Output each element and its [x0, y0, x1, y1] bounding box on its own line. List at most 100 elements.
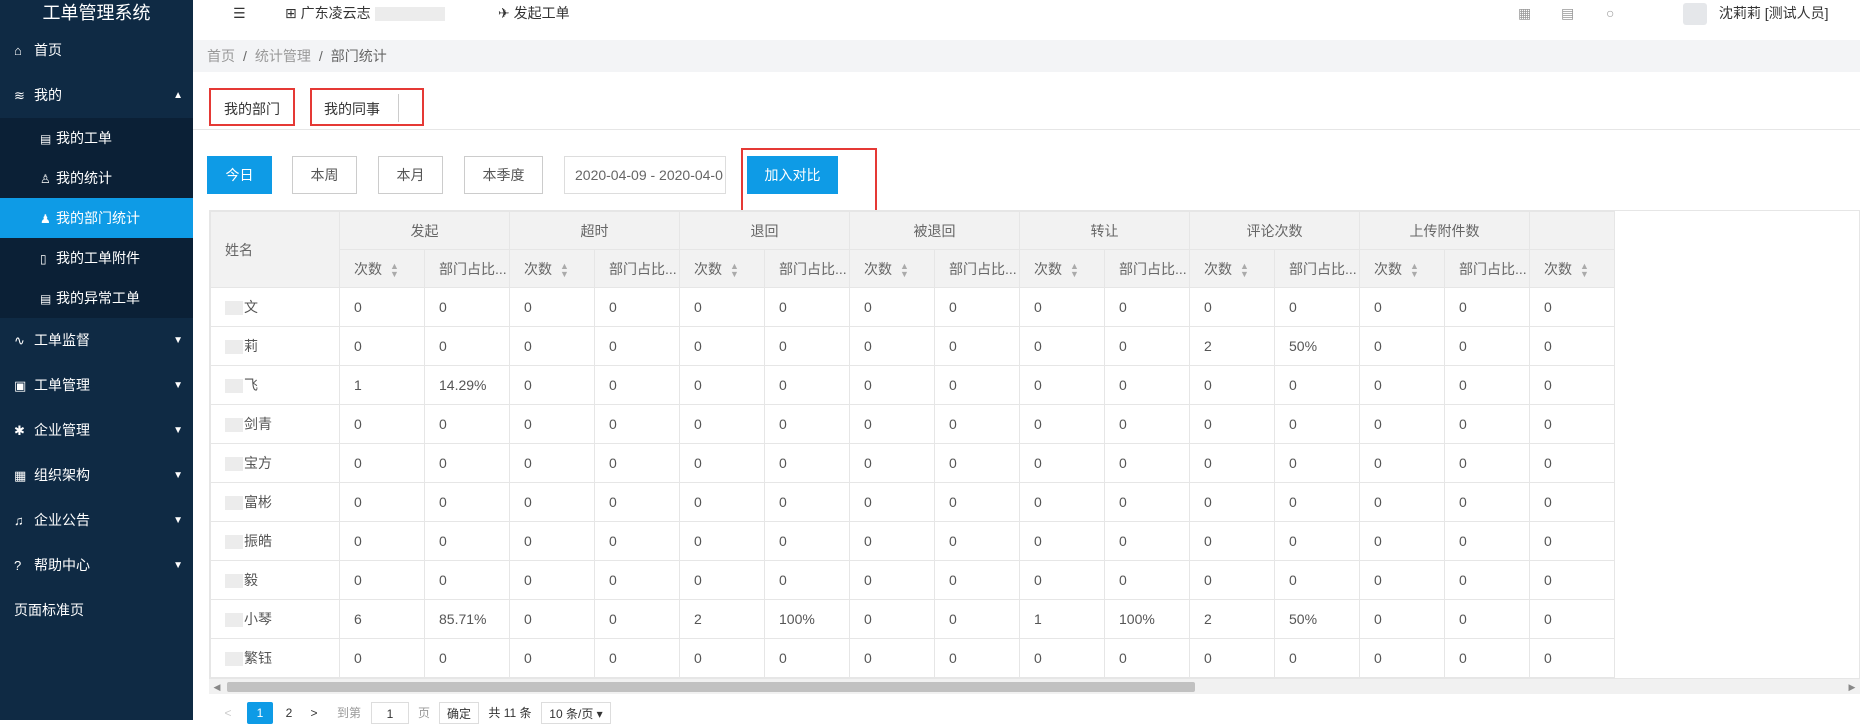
table-cell: 100%: [764, 599, 850, 639]
sidebar-item[interactable]: ≋ 我的 ▲: [0, 73, 193, 118]
table-cell: 0: [1529, 404, 1615, 444]
filter-today-button[interactable]: 今日: [207, 156, 272, 194]
add-compare-button[interactable]: 加入对比: [747, 156, 838, 194]
table-cell: 0: [849, 638, 935, 678]
table-cell: 0: [849, 326, 935, 366]
column-group-header: 被退回: [849, 211, 1020, 250]
breadcrumb-stats[interactable]: 统计管理: [255, 48, 311, 64]
column-header-count[interactable]: 次数 ▲ ▼: [1189, 249, 1275, 288]
table-cell: 0: [679, 638, 765, 678]
table-cell: 0: [594, 443, 680, 483]
table-cell: 0: [1019, 482, 1105, 522]
table-cell: 0: [679, 521, 765, 561]
column-header-count[interactable]: 次数 ▲ ▼: [339, 249, 425, 288]
employee-name: 富彬: [244, 494, 272, 510]
column-header-count[interactable]: 次数 ▲ ▼: [509, 249, 595, 288]
column-header-count[interactable]: 次数 ▲ ▼: [849, 249, 935, 288]
table-cell: 0: [594, 599, 680, 639]
sidebar-subitem[interactable]: ▤ 我的异常工单: [0, 278, 193, 318]
sort-icon[interactable]: ▲ ▼: [1070, 261, 1079, 278]
column-header-count[interactable]: 次数 ▲ ▼: [1019, 249, 1105, 288]
table-cell: 0: [424, 326, 510, 366]
scroll-left-icon[interactable]: ◀: [209, 679, 225, 695]
sort-icon[interactable]: ▲ ▼: [560, 261, 569, 278]
filter-month-button[interactable]: 本月: [378, 156, 443, 194]
goto-confirm-button[interactable]: 确定: [439, 702, 479, 724]
new-order-link[interactable]: ✈ 发起工单: [498, 0, 570, 26]
breadcrumb-home[interactable]: 首页: [207, 48, 235, 64]
sidebar: 工单管理系统 ⌂ 首页 ≋ 我的 ▲ ▤ 我的工单 ♙ 我的统计 ♟ 我的部门统计 ▯ 我的工单附件 ▤ 我…: [0, 0, 193, 720]
sort-icon[interactable]: ▲ ▼: [1410, 261, 1419, 278]
cell-name: 莉: [210, 326, 340, 366]
column-header-count[interactable]: 次数 ▲ ▼: [1359, 249, 1445, 288]
horizontal-scrollbar[interactable]: ◀ ▶: [209, 678, 1860, 694]
table-cell: 0: [934, 443, 1020, 483]
scroll-right-icon[interactable]: ▶: [1844, 679, 1860, 695]
table-row: 宝方 0 0 0 0 0 0 0 0 0 0 0 0 0 0 0: [210, 443, 1615, 483]
table-cell: 0: [1274, 443, 1360, 483]
table-cell: 1: [1019, 599, 1105, 639]
table-cell: 0: [1104, 326, 1190, 366]
tab-my-department[interactable]: 我的部门: [209, 88, 295, 126]
page-size-select[interactable]: 10 条/页 ▾: [541, 702, 611, 724]
column-header-count[interactable]: 次数 ▲ ▼: [1529, 249, 1615, 288]
message-icon[interactable]: ○: [1606, 0, 1614, 26]
sort-icon[interactable]: ▲ ▼: [1240, 261, 1249, 278]
menu-toggle-icon[interactable]: ☰: [233, 0, 246, 26]
column-header-label: 次数: [694, 260, 722, 277]
column-header-ratio[interactable]: 部门占比...: [764, 249, 850, 288]
table-cell: 0: [1359, 404, 1445, 444]
table-cell: 0: [764, 326, 850, 366]
table-cell: 0: [1359, 560, 1445, 600]
column-header-ratio[interactable]: 部门占比...: [1104, 249, 1190, 288]
next-page-icon[interactable]: >: [307, 702, 321, 724]
table-cell: 2: [679, 599, 765, 639]
column-header-ratio[interactable]: 部门占比...: [424, 249, 510, 288]
user-menu[interactable]: 沈莉莉 [测试人员]: [1683, 0, 1829, 26]
sidebar-item[interactable]: 页面标准页: [0, 588, 193, 633]
sidebar-item-label: 帮助中心: [34, 557, 90, 573]
filter-week-button[interactable]: 本周: [292, 156, 357, 194]
sidebar-item[interactable]: ∿ 工单监督 ▼: [0, 318, 193, 363]
sidebar-subitem[interactable]: ♙ 我的统计: [0, 158, 193, 198]
sidebar-subitem[interactable]: ▯ 我的工单附件: [0, 238, 193, 278]
column-header-ratio[interactable]: 部门占比...: [594, 249, 680, 288]
sidebar-item[interactable]: ♫ 企业公告 ▼: [0, 498, 193, 543]
table-header: 姓名 发起 超时 退回 被退回 转让 评论次数 上传附件数 次数 ▲ ▼ 部门占比... 次数 ▲ ▼ 部门占…: [210, 211, 1615, 288]
sort-icon[interactable]: ▲ ▼: [730, 261, 739, 278]
column-header-ratio[interactable]: 部门占比...: [934, 249, 1020, 288]
column-header-ratio[interactable]: 部门占比...: [1274, 249, 1360, 288]
sort-icon[interactable]: ▲ ▼: [390, 261, 399, 278]
sidebar-subitem[interactable]: ▤ 我的工单: [0, 118, 193, 158]
sidebar-item[interactable]: ✱ 企业管理 ▼: [0, 408, 193, 453]
date-range-input[interactable]: 2020-04-09 - 2020-04-0: [564, 156, 726, 194]
column-header-ratio[interactable]: 部门占比...: [1444, 249, 1530, 288]
sidebar-subitem[interactable]: ♟ 我的部门统计: [0, 198, 193, 238]
sidebar-item[interactable]: ⌂ 首页: [0, 28, 193, 73]
sort-icon[interactable]: ▲ ▼: [900, 261, 909, 278]
tab-my-colleagues[interactable]: 我的同事: [310, 88, 424, 126]
table-cell: 0: [764, 560, 850, 600]
table-cell: 0: [934, 599, 1020, 639]
company-switcher[interactable]: ⊞ 广东凌云志: [285, 0, 445, 26]
table-cell: 0: [764, 365, 850, 405]
table-cell: 14.29%: [424, 365, 510, 405]
sort-icon[interactable]: ▲ ▼: [1580, 261, 1589, 278]
table-cell: 0: [424, 638, 510, 678]
table-cell: 0: [1189, 365, 1275, 405]
top-bar: ☰ ⊞ 广东凌云志 ✈ 发起工单 ▦ ▤ ○ 沈莉莉 [测试人员]: [193, 0, 1860, 28]
prev-page-icon[interactable]: <: [221, 702, 235, 724]
qrcode-icon[interactable]: ▦: [1518, 0, 1531, 26]
column-header-count[interactable]: 次数 ▲ ▼: [679, 249, 765, 288]
redacted-text: [225, 340, 243, 355]
sidebar-item[interactable]: ▦ 组织架构 ▼: [0, 453, 193, 498]
scroll-thumb[interactable]: [227, 682, 1195, 692]
goto-page-input[interactable]: 1: [371, 702, 409, 724]
sidebar-item[interactable]: ? 帮助中心 ▼: [0, 543, 193, 588]
filter-quarter-button[interactable]: 本季度: [464, 156, 543, 194]
sidebar-item[interactable]: ▣ 工单管理 ▼: [0, 363, 193, 408]
page-2[interactable]: 2: [279, 702, 299, 724]
page-1[interactable]: 1: [247, 702, 273, 724]
table-cell: 0: [1529, 638, 1615, 678]
book-icon[interactable]: ▤: [1561, 0, 1574, 26]
